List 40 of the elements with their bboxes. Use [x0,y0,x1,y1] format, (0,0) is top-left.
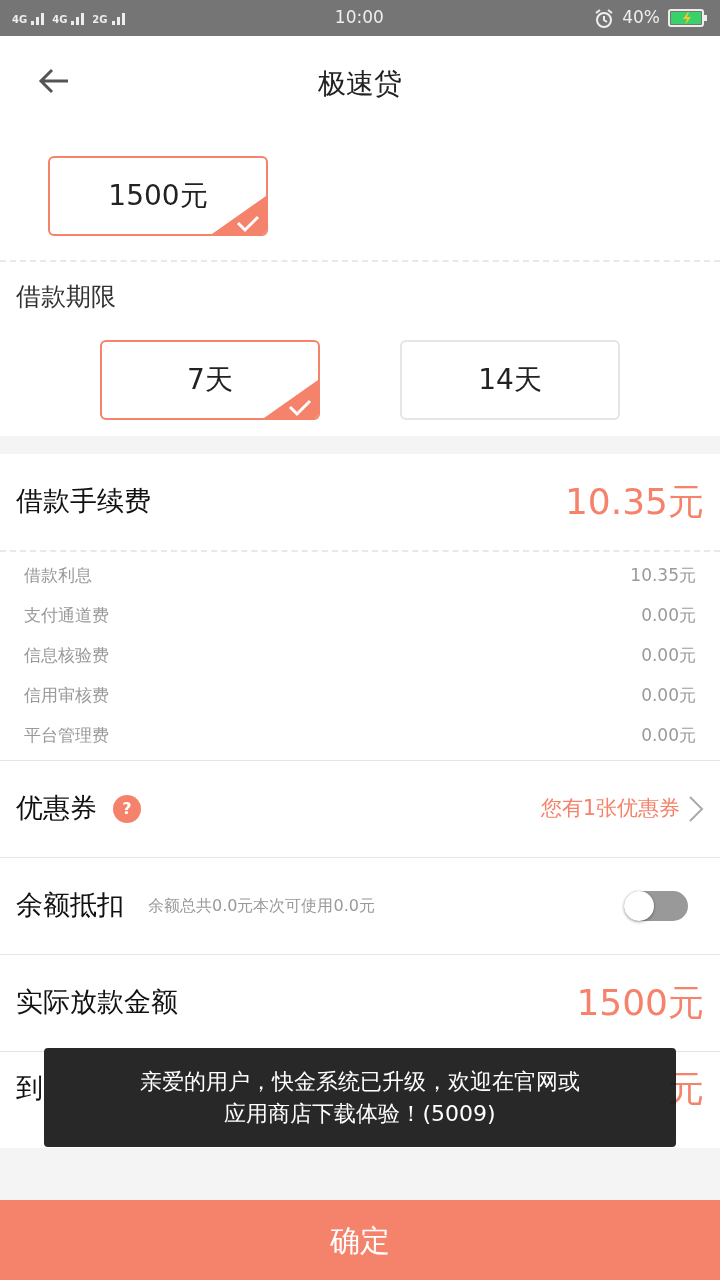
check-icon [264,379,318,418]
balance-note: 余额总共0.0元本次可使用0.0元 [148,894,376,917]
summary-label: 实际放款金额 [16,985,178,1020]
check-icon [212,196,266,234]
fee-item-value: 0.00元 [641,603,696,627]
signal-icon [31,11,45,25]
chevron-icon [688,794,704,823]
fee-amount: 10.35元 [564,479,704,524]
section-title: 借款期限 [16,281,117,313]
balance-label: 余额抵扣 [16,888,124,923]
option-button[interactable]: 7天 [100,339,320,420]
signal-icon [71,11,85,25]
toggle-switch[interactable] [624,890,688,921]
back-icon[interactable] [38,68,70,94]
summary-label: 到 [16,1071,43,1106]
page-title: 极速贷 [318,66,402,102]
fee-item-value: 0.00元 [641,683,696,707]
fee-item-label: 信息核验费 [24,643,109,667]
toast-text: 亲爱的用户，快金系统已升级，欢迎在官网或 [140,1067,580,1096]
fee-item-label: 借款利息 [24,563,92,587]
battery-icon [668,9,708,27]
signal-icon [111,11,125,25]
status-time: 10:00 [334,7,384,28]
fee-item-label: 支付通道费 [24,603,109,627]
coupon-label: 优惠券 [16,791,97,826]
fee-label: 借款手续费 [16,484,151,519]
toast-text: 应用商店下载体验！(5009) [224,1099,496,1128]
fee-item-label: 信用审核费 [24,683,109,707]
network-label: 4G [52,15,68,25]
network-label: 2G [92,15,108,25]
option-button[interactable]: 14天 [400,339,620,420]
summary-amount: 1500元 [576,980,704,1025]
fee-item-value: 10.35元 [630,563,696,587]
network-label: 4G [12,15,28,25]
fee-item-label: 平台管理费 [24,723,109,747]
alarm-icon [594,8,615,28]
fee-item-value: 0.00元 [641,643,696,667]
option-button[interactable]: 1500元 [48,156,268,236]
battery-percent: 40% [622,6,660,30]
fee-item-value: 0.00元 [641,723,696,747]
